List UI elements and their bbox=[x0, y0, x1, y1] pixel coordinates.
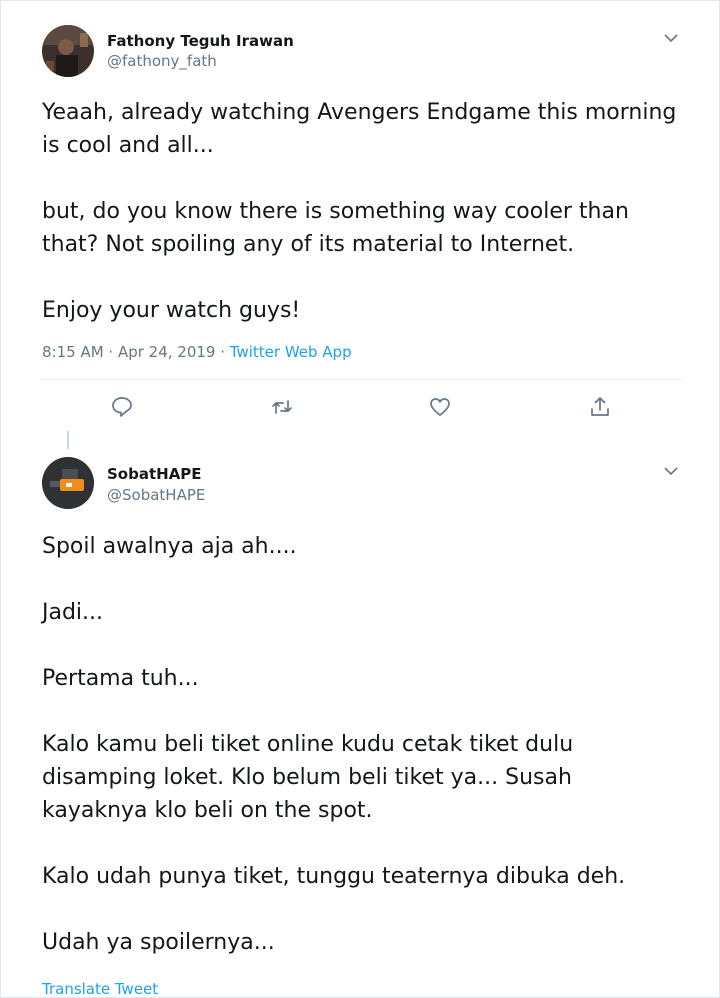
tweet-paragraph: Kalo kamu beli tiket online kudu cetak t… bbox=[42, 732, 574, 823]
like-icon[interactable] bbox=[428, 395, 452, 419]
divider bbox=[42, 379, 682, 380]
retweet-icon[interactable] bbox=[270, 395, 294, 419]
tweet-meta: 8:15 AM · Apr 24, 2019 · Twitter Web App bbox=[42, 343, 352, 361]
chevron-down-icon[interactable] bbox=[663, 30, 679, 46]
tweet-paragraph: Udah ya spoilernya... bbox=[42, 930, 275, 955]
tweet-paragraph: but, do you know there is something way … bbox=[42, 199, 629, 257]
tweet-thread-card: Fathony Teguh Irawan @fathony_fath Yeaah… bbox=[0, 0, 720, 998]
translate-tweet-link[interactable]: Translate Tweet bbox=[42, 980, 158, 997]
tweet-paragraph: Yeaah, already watching Avengers Endgame… bbox=[42, 100, 677, 158]
tweet-paragraph: Kalo udah punya tiket, tunggu teaternya … bbox=[42, 864, 626, 889]
tweet-paragraph: Pertama tuh... bbox=[42, 666, 199, 691]
tweet-timestamp[interactable]: 8:15 AM · Apr 24, 2019 · bbox=[42, 343, 230, 361]
chevron-down-icon[interactable] bbox=[663, 463, 679, 479]
tweet-paragraph: Spoil awalnya aja ah.... bbox=[42, 534, 297, 559]
tweet-paragraph: Jadi... bbox=[42, 600, 104, 625]
tweet-text: Yeaah, already watching Avengers Endgame… bbox=[42, 96, 692, 327]
tweet-source-link[interactable]: Twitter Web App bbox=[230, 343, 352, 361]
tweet-text: Spoil awalnya aja ah.... Jadi... Pertama… bbox=[42, 530, 692, 959]
author-name[interactable]: SobatHAPE bbox=[107, 465, 202, 483]
tweet-paragraph: Enjoy your watch guys! bbox=[42, 298, 301, 323]
author-handle[interactable]: @fathony_fath bbox=[107, 52, 217, 70]
author-name[interactable]: Fathony Teguh Irawan bbox=[107, 32, 294, 50]
avatar[interactable] bbox=[42, 25, 94, 77]
reply-icon[interactable] bbox=[110, 395, 134, 419]
avatar[interactable] bbox=[42, 457, 94, 509]
thread-connector bbox=[67, 431, 69, 449]
author-handle[interactable]: @SobatHAPE bbox=[107, 486, 205, 504]
share-icon[interactable] bbox=[588, 395, 612, 419]
